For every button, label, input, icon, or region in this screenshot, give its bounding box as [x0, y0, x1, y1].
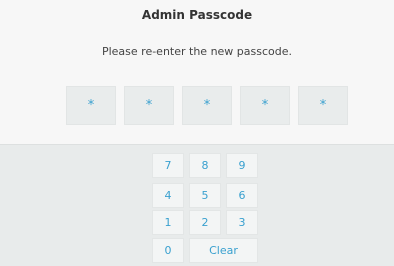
key-6[interactable]: 6 [226, 183, 258, 208]
key-5[interactable]: 5 [189, 183, 221, 208]
passcode-digit-3: * [182, 86, 232, 125]
key-7[interactable]: 7 [152, 153, 184, 178]
instruction-text: Please re-enter the new passcode. [101, 45, 293, 58]
passcode-display: * * * * * [66, 86, 352, 125]
passcode-digit-5: * [298, 86, 348, 125]
key-0[interactable]: 0 [152, 238, 184, 263]
key-4[interactable]: 4 [152, 183, 184, 208]
key-8[interactable]: 8 [189, 153, 221, 178]
passcode-digit-2: * [124, 86, 174, 125]
keypad-area: 7 8 9 4 5 6 1 2 3 0 Clear [0, 144, 394, 266]
key-3[interactable]: 3 [226, 210, 258, 235]
passcode-digit-4: * [240, 86, 290, 125]
key-2[interactable]: 2 [189, 210, 221, 235]
passcode-panel: Admin Passcode Please re-enter the new p… [0, 0, 394, 144]
page-title: Admin Passcode [141, 8, 253, 22]
key-9[interactable]: 9 [226, 153, 258, 178]
passcode-digit-1: * [66, 86, 116, 125]
key-1[interactable]: 1 [152, 210, 184, 235]
clear-button[interactable]: Clear [189, 238, 258, 263]
